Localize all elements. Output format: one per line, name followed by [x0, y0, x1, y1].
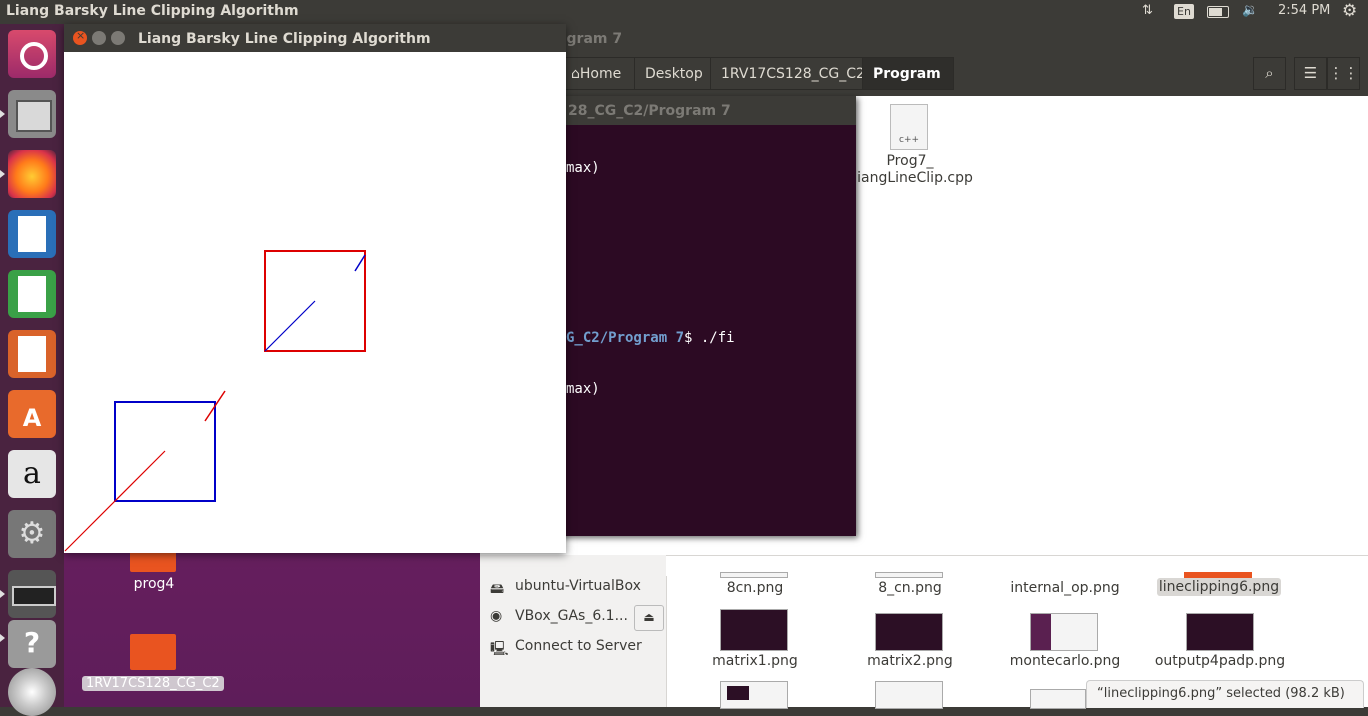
sidebar-item-virtualbox[interactable]: ubuntu-VirtualBox: [515, 578, 641, 594]
clipped-segment-blue: [354, 254, 366, 272]
list-view-icon[interactable]: ☰: [1294, 57, 1327, 90]
file-thumbnail[interactable]: [1030, 613, 1098, 651]
breadcrumb-desktop[interactable]: Desktop: [634, 57, 711, 90]
status-text: “lineclipping6.png” selected (98.2 kB): [1097, 686, 1345, 701]
file-name[interactable]: matrix2.png: [855, 653, 965, 669]
sidebar-item-vbox[interactable]: VBox_GAs_6.1...: [515, 608, 628, 624]
ubuntu-logo-icon[interactable]: [8, 30, 56, 78]
file-thumbnail[interactable]: [720, 609, 788, 651]
files-icon[interactable]: [8, 90, 56, 138]
launcher: A a ⚙ ?: [0, 24, 64, 716]
gear-icon[interactable]: ⚙: [1342, 1, 1357, 21]
glut-window-title: Liang Barsky Line Clipping Algorithm: [138, 31, 431, 47]
grid-view-icon[interactable]: ⋮⋮: [1327, 57, 1360, 90]
active-window-title: Liang Barsky Line Clipping Algorithm: [6, 3, 299, 19]
keyboard-layout-icon[interactable]: En: [1174, 4, 1194, 19]
volume-icon[interactable]: 🔉: [1242, 3, 1258, 18]
file-name[interactable]: 8_cn.png: [855, 580, 965, 596]
clock[interactable]: 2:54 PM: [1278, 3, 1330, 18]
file-name[interactable]: iangLineClip.cpp: [855, 170, 975, 186]
calc-icon[interactable]: [8, 270, 56, 318]
help-icon[interactable]: ?: [8, 620, 56, 668]
file-name-selected[interactable]: lineclipping6.png: [1157, 578, 1281, 596]
terminal-line: G_C2/Program 7$ ./fi: [566, 330, 735, 346]
file-thumbnail[interactable]: [875, 681, 943, 709]
network-arrows-icon[interactable]: ⇅: [1142, 3, 1153, 18]
file-thumbnail[interactable]: [875, 572, 943, 578]
file-name[interactable]: montecarlo.png: [1005, 653, 1125, 669]
top-panel: Liang Barsky Line Clipping Algorithm ⇅ E…: [0, 0, 1368, 24]
drive-icon: 🖴: [490, 581, 505, 597]
file-thumbnail[interactable]: [875, 613, 943, 651]
sidebar-item-connect-server[interactable]: Connect to Server: [515, 638, 642, 654]
close-button[interactable]: ×: [73, 29, 87, 45]
file-name[interactable]: outputp4padp.png: [1150, 653, 1290, 669]
file-name[interactable]: internal_op.png: [1005, 580, 1125, 596]
clipping-canvas: [64, 250, 366, 552]
minimize-button[interactable]: [92, 31, 106, 45]
file-name[interactable]: matrix1.png: [700, 653, 810, 669]
file-name[interactable]: Prog7_: [870, 153, 950, 169]
file-thumbnail[interactable]: [720, 572, 788, 578]
file-thumbnail[interactable]: [1030, 689, 1086, 709]
software-center-icon[interactable]: A: [8, 390, 56, 438]
home-icon: ⌂: [571, 66, 580, 82]
search-icon[interactable]: ⌕: [1253, 57, 1286, 90]
impress-icon[interactable]: [8, 330, 56, 378]
amazon-icon[interactable]: a: [8, 450, 56, 498]
battery-icon[interactable]: [1207, 6, 1229, 18]
breadcrumb-folder[interactable]: 1RV17CS128_CG_C2: [710, 57, 865, 90]
dvd-icon[interactable]: [8, 668, 56, 716]
clipped-line-blue: [264, 300, 316, 352]
status-bar: “lineclipping6.png” selected (98.2 kB): [1086, 680, 1364, 708]
file-name[interactable]: 8cn.png: [700, 580, 810, 596]
server-icon: 🖳: [490, 641, 509, 657]
disc-icon: ◉: [490, 608, 503, 624]
glut-window-titlebar[interactable]: Liang Barsky Line Clipping Algorithm: [64, 24, 566, 52]
breadcrumb-home[interactable]: ⌂Home: [560, 57, 635, 90]
settings-icon[interactable]: ⚙: [8, 510, 56, 558]
firefox-icon[interactable]: [8, 150, 56, 198]
folder-icon[interactable]: [130, 634, 176, 670]
scanner-icon[interactable]: [8, 570, 56, 618]
maximize-button[interactable]: [111, 31, 125, 45]
terminal-line: max): [566, 160, 600, 176]
desktop-icon-label[interactable]: prog4: [112, 576, 196, 592]
close-icon: ×: [76, 29, 86, 42]
eject-icon[interactable]: ⏏: [634, 605, 664, 631]
folder-icon[interactable]: [130, 550, 176, 572]
breadcrumb-current[interactable]: Program 7: [862, 57, 954, 115]
file-thumbnail[interactable]: [1186, 613, 1254, 651]
terminal-line: max): [566, 381, 600, 397]
desktop-icon-label-selected[interactable]: 1RV17CS128_CG_C2: [82, 676, 224, 691]
file-thumbnail[interactable]: [720, 681, 788, 709]
writer-icon[interactable]: [8, 210, 56, 258]
cpp-file-icon[interactable]: c++: [890, 104, 928, 150]
terminal-title: 28_CG_C2/Program 7: [568, 103, 731, 119]
